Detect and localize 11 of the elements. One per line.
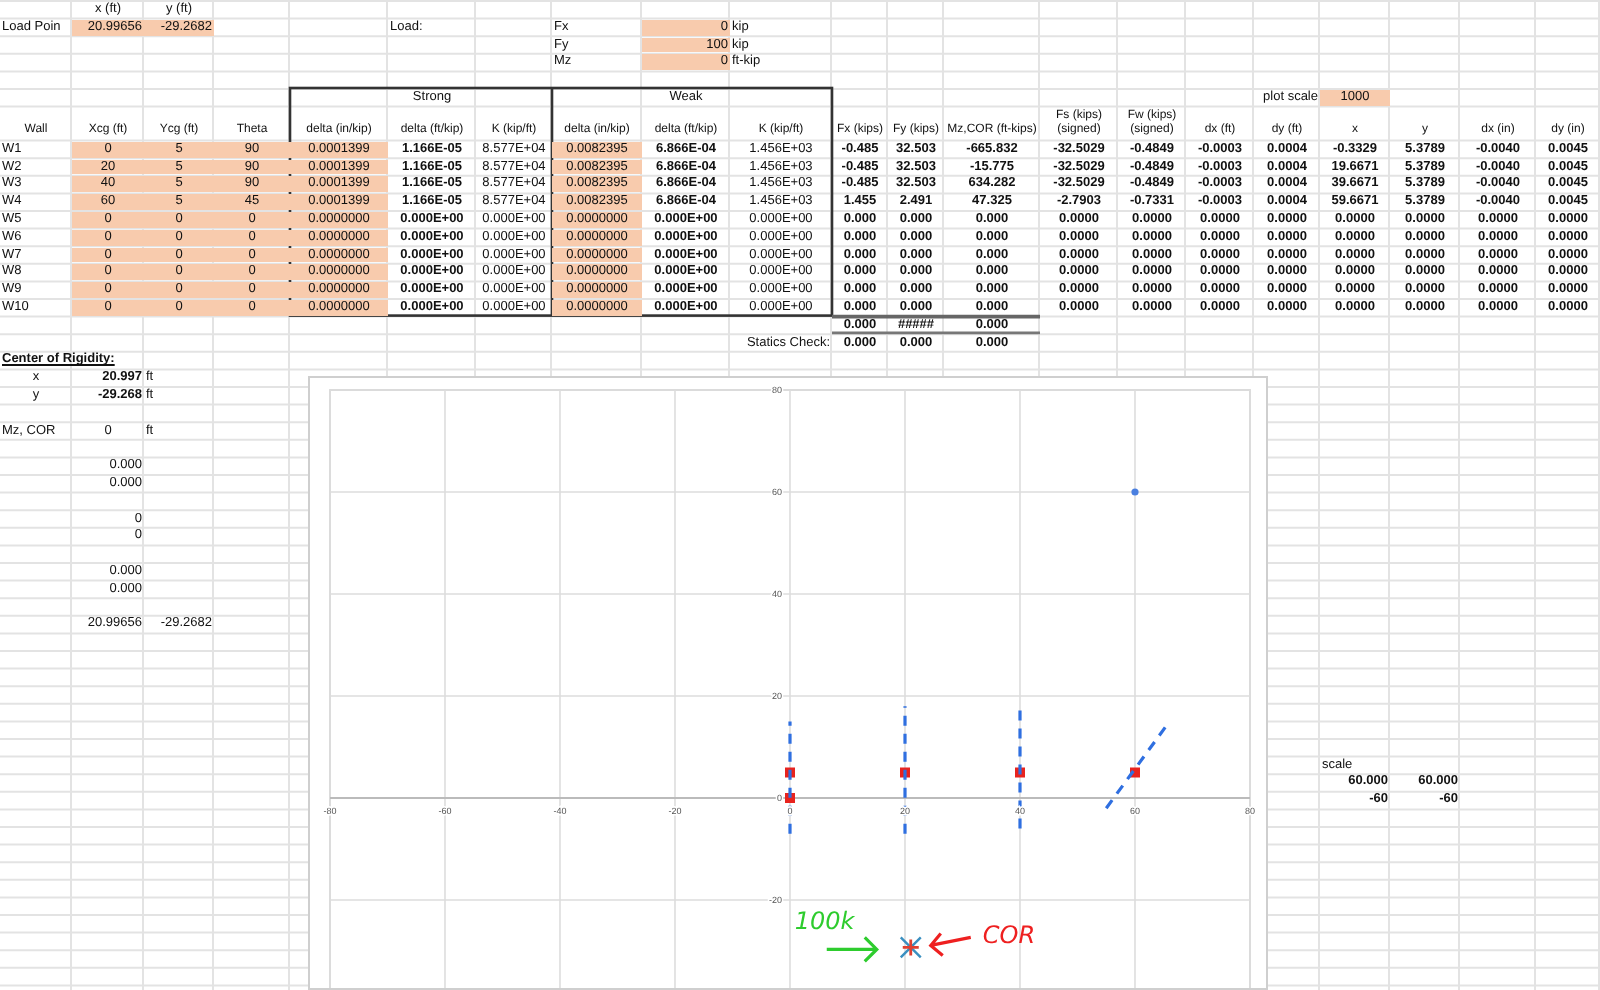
star-marker [899,936,922,959]
square-marker [900,767,910,778]
hand-drawn-arrow [825,935,879,964]
square-marker [785,767,795,778]
dot-marker [1131,488,1139,496]
handwritten-note: 100k [794,907,855,936]
hand-drawn-arrow [928,931,973,958]
square-marker [1015,767,1025,778]
handwritten-note: COR [982,921,1036,950]
square-marker [1130,767,1140,778]
square-marker [785,793,795,803]
